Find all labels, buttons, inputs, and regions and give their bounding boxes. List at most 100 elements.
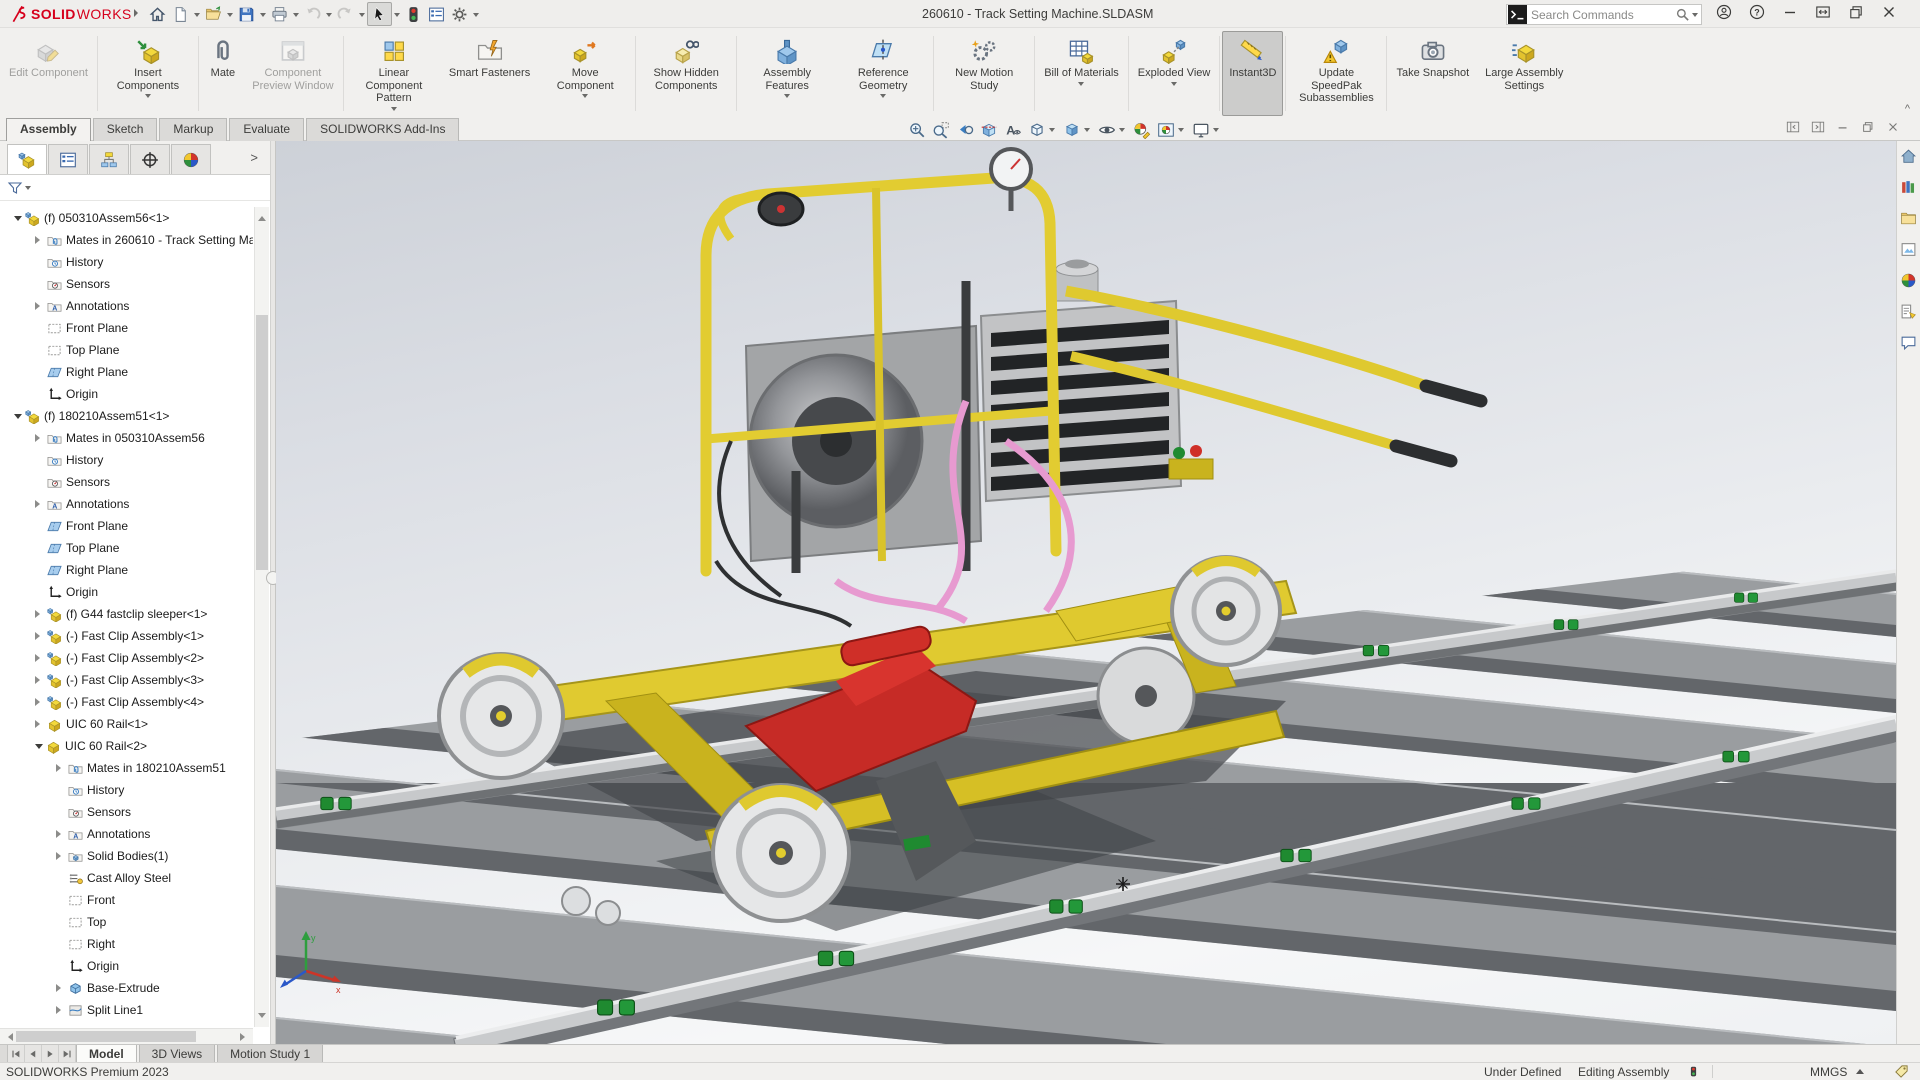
scroll-down-icon[interactable] [258,1013,266,1022]
tree-item[interactable]: Top Plane [0,339,253,361]
tree-expand-icon[interactable] [35,236,44,244]
tree-item[interactable]: AAnnotations [0,823,253,845]
panel-tab-propertymanager[interactable] [48,144,88,174]
tree-expand-icon[interactable] [35,610,44,618]
tree-item[interactable]: Mates in 180210Assem51 [0,757,253,779]
tree-item[interactable]: Origin [0,383,253,405]
doc-tabs-grip[interactable] [0,1045,8,1062]
tree-item[interactable]: Front Plane [0,515,253,537]
tree-expand-icon[interactable] [56,1006,65,1014]
tree-item[interactable]: History [0,779,253,801]
new-document-dropdown-icon[interactable] [194,13,200,20]
tree-item[interactable]: Split Line1 [0,999,253,1021]
assembly-features-dropdown-icon[interactable] [784,94,790,101]
tree-item[interactable]: Sensors [0,273,253,295]
scroll-right-icon[interactable] [240,1033,249,1041]
tree-item[interactable]: (f) 050310Assem56<1> [0,207,253,229]
insert-components-button[interactable]: Insert Components [100,31,196,116]
instant3d-button[interactable]: Instant3D [1222,31,1283,116]
show-hidden-components-button[interactable]: Show Hidden Components [638,31,734,116]
filter-funnel-icon[interactable] [7,180,23,196]
display-style-button[interactable] [1063,121,1092,139]
tree-item[interactable]: Top [0,911,253,933]
task-pane-tab-view-palette[interactable] [1900,241,1917,263]
view-settings-button[interactable] [1192,121,1221,139]
tree-expand-icon[interactable] [56,984,65,992]
nav-last-button[interactable] [59,1045,76,1062]
tab-sketch[interactable]: Sketch [93,118,158,141]
tree-collapse-icon[interactable] [14,414,22,423]
search-commands-box[interactable] [1506,4,1702,25]
component-preview-window-button[interactable]: Component Preview Window [245,31,341,116]
tree-item[interactable]: Origin [0,955,253,977]
tab-evaluate[interactable]: Evaluate [229,118,304,141]
panel-tab-displaymanager[interactable] [171,144,211,174]
panel-tab-featuremanager[interactable] [7,144,47,174]
tree-expand-icon[interactable] [35,632,44,640]
tree-item[interactable]: (f) 180210Assem51<1> [0,405,253,427]
print-dropdown-icon[interactable] [293,13,299,20]
status-rebuild-icon[interactable] [1688,1064,1699,1079]
tree-item[interactable]: (-) Fast Clip Assembly<3> [0,669,253,691]
pane-right-button[interactable] [1811,120,1825,139]
bill-of-materials-dropdown-icon[interactable] [1078,82,1084,89]
minimize-button[interactable] [1782,4,1798,25]
new-motion-study-button[interactable]: New Motion Study [936,31,1032,116]
close-button[interactable] [1881,4,1897,25]
redo-dropdown-icon[interactable] [359,13,365,20]
tree-expand-icon[interactable] [35,698,44,706]
take-snapshot-button[interactable]: Take Snapshot [1389,31,1476,116]
tree-item[interactable]: Origin [0,581,253,603]
annotation-view-button[interactable]: A [1004,121,1022,139]
doc-tab-motion-study-1[interactable]: Motion Study 1 [217,1045,323,1062]
tree-item[interactable]: Front Plane [0,317,253,339]
tree-expand-icon[interactable] [35,654,44,662]
hide-show-items-dropdown-icon[interactable] [1119,128,1125,135]
save-button[interactable] [235,2,258,26]
linear-component-pattern-dropdown-icon[interactable] [391,107,397,114]
tab-assembly[interactable]: Assembly [6,118,91,141]
view-orientation-dropdown-icon[interactable] [1049,128,1055,135]
select-cursor-dropdown-icon[interactable] [394,13,400,20]
search-icon[interactable] [1675,7,1690,22]
nav-first-button[interactable] [8,1045,25,1062]
file-properties-button[interactable] [425,2,448,26]
edit-component-button[interactable]: Edit Component [2,31,95,116]
menu-expand-icon[interactable] [131,7,141,19]
panel-tab-dimxpertmanager[interactable] [130,144,170,174]
tree-item[interactable]: UIC 60 Rail<1> [0,713,253,735]
insert-components-dropdown-icon[interactable] [145,94,151,101]
edit-appearance-button[interactable] [1133,121,1151,139]
settings-gear-dropdown-icon[interactable] [473,13,479,20]
status-unit-system[interactable]: MMGS [1810,1065,1847,1079]
doc-close-button[interactable] [1886,120,1900,139]
tree-item[interactable]: Right Plane [0,559,253,581]
restore-button[interactable] [1848,4,1864,25]
settings-gear-button[interactable] [448,2,471,26]
help-button[interactable]: ? [1749,4,1765,25]
reference-geometry-dropdown-icon[interactable] [880,94,886,101]
mate-button[interactable]: Mate [201,31,245,116]
exploded-view-dropdown-icon[interactable] [1171,82,1177,89]
redo-button[interactable] [334,2,357,26]
doc-tab-model[interactable]: Model [76,1045,137,1062]
tree-item[interactable]: Mates in 050310Assem56 [0,427,253,449]
rebuild-button[interactable] [402,2,425,26]
select-cursor-button[interactable] [367,2,392,26]
bill-of-materials-button[interactable]: Bill of Materials [1037,31,1126,116]
tree-item[interactable]: Mates in 260610 - Track Setting Ma [0,229,253,251]
apply-scene-button[interactable] [1157,121,1186,139]
panel-tabs-overflow-icon[interactable]: > [250,150,258,165]
tree-item[interactable]: Right Plane [0,361,253,383]
tree-item[interactable]: History [0,449,253,471]
open-dropdown-icon[interactable] [227,13,233,20]
tree-expand-icon[interactable] [56,830,65,838]
tree-item[interactable]: History [0,251,253,273]
view-orientation-button[interactable] [1028,121,1057,139]
view-settings-dropdown-icon[interactable] [1213,128,1219,135]
zoom-to-fit-button[interactable] [908,121,926,139]
task-pane-tab-forum[interactable] [1900,334,1917,356]
pane-left-button[interactable] [1786,120,1800,139]
vertical-scrollbar-thumb[interactable] [256,315,268,570]
tree-item[interactable]: (-) Fast Clip Assembly<4> [0,691,253,713]
